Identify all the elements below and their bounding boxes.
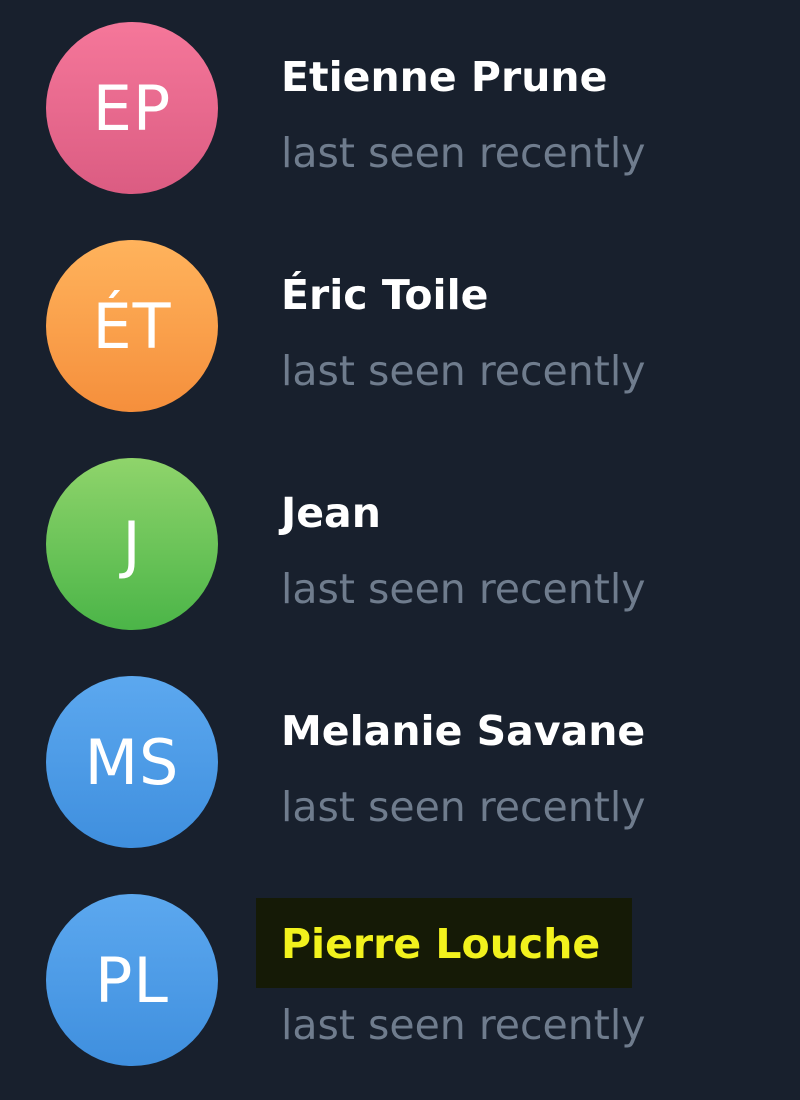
contact-row-jean[interactable]: J Jean last seen recently <box>0 436 800 654</box>
avatar-initials: J <box>122 507 142 581</box>
contact-name: Melanie Savane <box>281 707 646 755</box>
contact-name: Jean <box>281 489 381 537</box>
contact-status: last seen recently <box>281 129 646 177</box>
avatar-initials: MS <box>84 725 180 799</box>
contact-name: Etienne Prune <box>281 53 608 101</box>
contact-name-highlighted: Pierre Louche <box>281 920 601 968</box>
contact-status: last seen recently <box>281 347 646 395</box>
avatar: PL <box>46 894 218 1066</box>
contact-list: EP Etienne Prune last seen recently ÉT É… <box>0 0 800 1100</box>
contact-status: last seen recently <box>281 565 646 613</box>
avatar-initials: EP <box>92 71 172 145</box>
avatar-initials: PL <box>95 943 169 1017</box>
contact-status: last seen recently <box>281 1001 646 1049</box>
contact-row-eric-toile[interactable]: ÉT Éric Toile last seen recently <box>0 218 800 436</box>
contact-status: last seen recently <box>281 783 646 831</box>
contact-row-melanie-savane[interactable]: MS Melanie Savane last seen recently <box>0 654 800 872</box>
avatar: J <box>46 458 218 630</box>
avatar-initials: ÉT <box>92 289 172 363</box>
contact-row-etienne-prune[interactable]: EP Etienne Prune last seen recently <box>0 0 800 218</box>
avatar: EP <box>46 22 218 194</box>
contact-name: Éric Toile <box>281 271 489 319</box>
contact-row-pierre-louche[interactable]: PL Pierre Louche last seen recently <box>0 872 800 1090</box>
avatar: ÉT <box>46 240 218 412</box>
avatar: MS <box>46 676 218 848</box>
search-highlight: Pierre Louche <box>256 898 632 988</box>
